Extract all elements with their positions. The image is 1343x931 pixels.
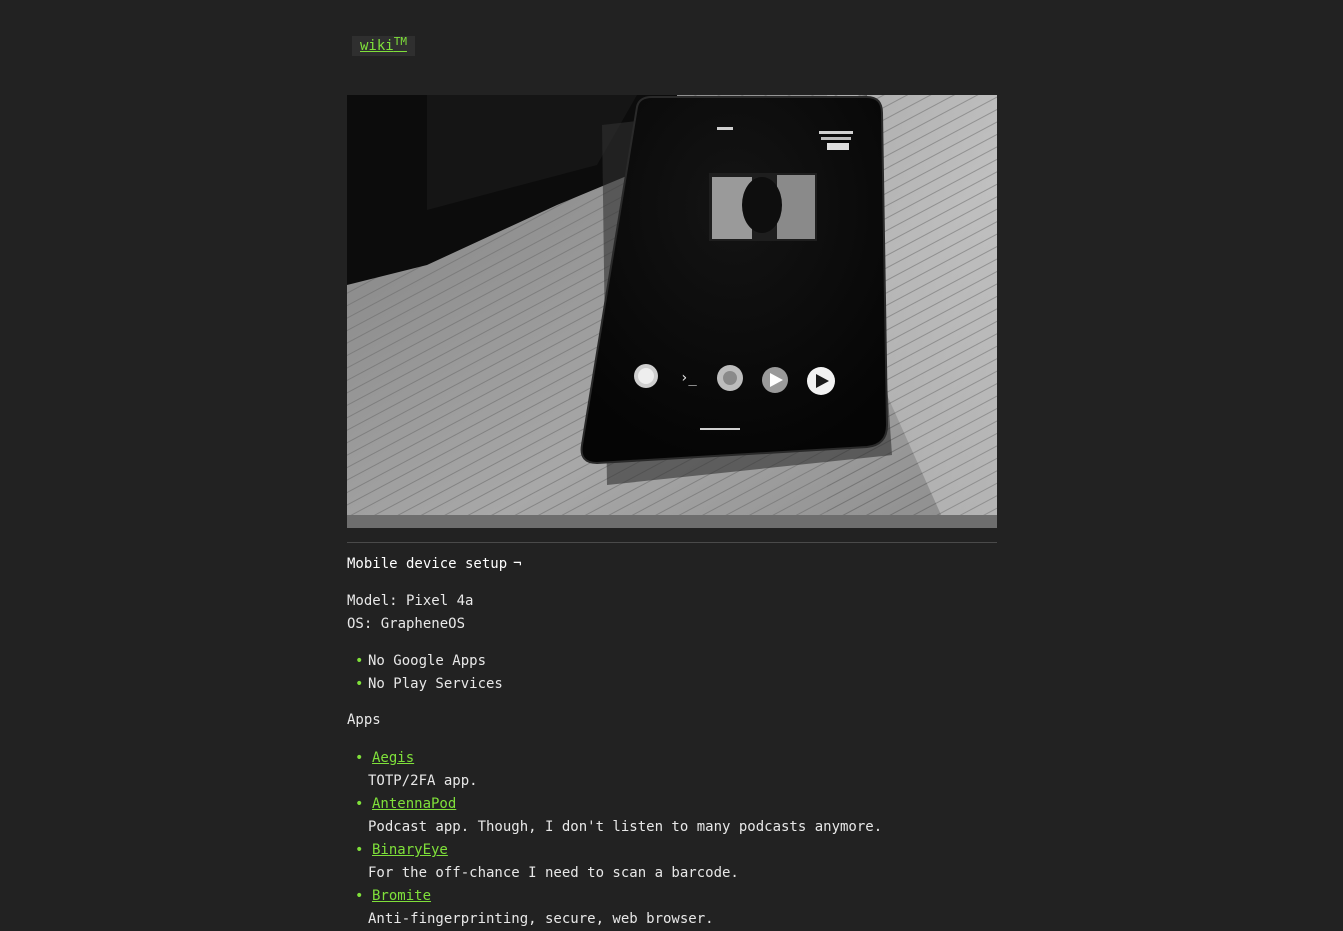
app-link-bromite[interactable]: Bromite: [372, 888, 431, 904]
list-item: • No Google Apps: [355, 650, 503, 673]
app-link-antennapod[interactable]: AntennaPod: [372, 796, 456, 812]
app-description: TOTP/2FA app.: [368, 773, 478, 789]
bullet-icon: •: [355, 750, 364, 766]
section-heading-text: Mobile device setup: [347, 556, 508, 572]
svg-text:›_: ›_: [680, 370, 697, 386]
apps-list: • Aegis TOTP/2FA app. • AntennaPod Podcast…: [355, 747, 882, 931]
app-item: • AntennaPod Podcast app. Though, I don't…: [355, 793, 882, 839]
bullet-icon: •: [355, 888, 364, 904]
list-item: • No Play Services: [355, 673, 503, 696]
app-description: For the off-chance I need to scan a barc…: [368, 865, 739, 881]
flag-text: No Google Apps: [368, 653, 487, 669]
app-item: • BinaryEye For the off-chance I need to …: [355, 839, 882, 885]
app-link-aegis[interactable]: Aegis: [372, 750, 414, 766]
app-description: Anti-fingerprinting, secure, web browser…: [368, 911, 714, 927]
phone-photo: ›_: [347, 95, 997, 528]
home-link-label: wiki: [360, 38, 394, 54]
section-heading: Mobile device setup ¬: [347, 554, 522, 574]
os-line: OS: GrapheneOS: [347, 616, 466, 632]
flags-list: • No Google Apps • No Play Services: [355, 650, 503, 696]
bullet-icon: •: [355, 796, 364, 812]
device-specs: Model: Pixel 4a OS: GrapheneOS: [347, 590, 473, 636]
apps-title: Apps: [347, 712, 381, 728]
hero-image: ›_: [347, 95, 997, 528]
trademark-sup: TM: [393, 35, 407, 48]
bullet-icon: •: [355, 676, 364, 692]
bullet-icon: •: [355, 653, 364, 669]
app-link-binaryeye[interactable]: BinaryEye: [372, 842, 448, 858]
heading-anchor-link[interactable]: ¬: [513, 556, 521, 572]
app-item: • Bromite Anti-fingerprinting, secure, we…: [355, 885, 882, 931]
app-item: • Aegis TOTP/2FA app.: [355, 747, 882, 793]
flag-text: No Play Services: [368, 676, 503, 692]
model-line: Model: Pixel 4a: [347, 593, 474, 609]
divider: [347, 542, 997, 543]
home-link[interactable]: wikiTM: [352, 36, 415, 56]
bullet-icon: •: [355, 842, 364, 858]
app-description: Podcast app. Though, I don't listen to m…: [368, 819, 883, 835]
